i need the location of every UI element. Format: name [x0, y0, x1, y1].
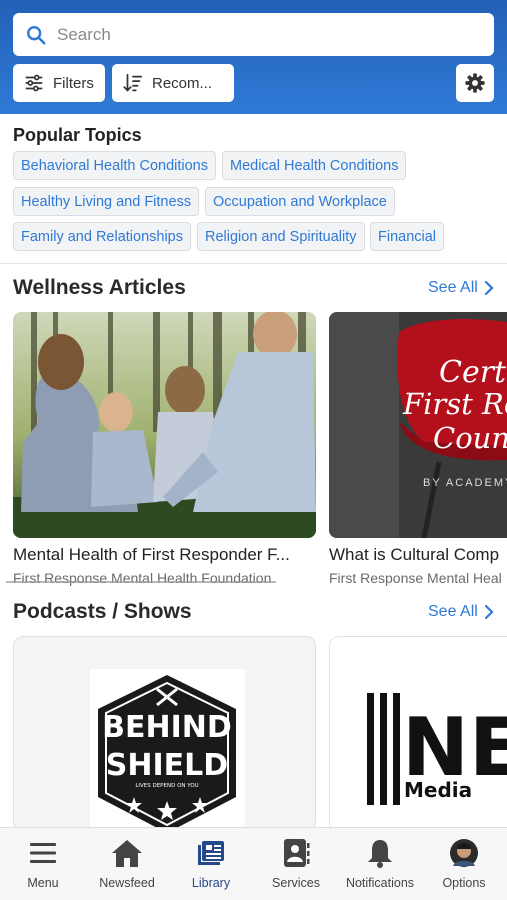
tab-menu[interactable]: Menu: [0, 836, 88, 890]
podcasts-see-all-link[interactable]: See All: [428, 603, 494, 621]
filters-button[interactable]: Filters: [13, 64, 105, 102]
tab-label: Newsfeed: [99, 876, 155, 890]
article-source: First Response Mental Heal: [329, 570, 502, 586]
popular-topics-title: Popular Topics: [13, 125, 142, 145]
ne-media-logo: NE Media: [330, 637, 507, 831]
logo-text: BEHIND: [102, 710, 232, 745]
topic-tag[interactable]: Financial: [370, 222, 445, 251]
chevron-right-icon: [484, 604, 494, 620]
tab-services[interactable]: Services: [251, 836, 341, 890]
sort-button[interactable]: Recom...: [112, 64, 234, 102]
article-title[interactable]: What is Cultural Comp: [329, 545, 507, 565]
sort-icon: [123, 73, 143, 92]
tab-label: Services: [272, 876, 320, 890]
logo-text: SHIELD: [106, 748, 228, 783]
podcast-card-behind-shield[interactable]: BEHIND SHIELD LIVES DEPEND ON YOU: [13, 636, 316, 832]
topic-tag[interactable]: Family and Relationships: [13, 222, 191, 251]
tab-label: Notifications: [345, 876, 415, 890]
avatar: [419, 836, 507, 870]
bottom-tab-bar: Menu Newsfeed Library Services Notificat…: [0, 827, 507, 900]
see-all-label: See All: [428, 279, 478, 296]
image-text: Counse: [433, 421, 507, 455]
topic-tag[interactable]: Healthy Living and Fitness: [13, 187, 200, 216]
behind-shield-logo: BEHIND SHIELD LIVES DEPEND ON YOU: [90, 669, 245, 831]
wellness-articles-title: Wellness Articles: [13, 276, 186, 299]
topic-tag[interactable]: Religion and Spirituality: [197, 222, 365, 251]
tab-notifications[interactable]: Notifications: [335, 836, 425, 890]
section-divider: [0, 263, 507, 264]
wellness-see-all-link[interactable]: See All: [428, 279, 494, 297]
filters-label: Filters: [53, 74, 94, 92]
scroll-indicator: [6, 581, 276, 583]
tab-library[interactable]: Library: [166, 836, 256, 890]
podcast-card-ne-media[interactable]: NE Media: [329, 636, 507, 832]
sliders-icon: [25, 74, 43, 92]
gear-icon: [465, 73, 485, 93]
certification-graphic: Certif First Resp Counse BY ACADEMY: [329, 312, 507, 538]
bell-icon: [335, 836, 425, 870]
family-photo: [13, 312, 316, 538]
contacts-icon: [251, 836, 341, 870]
tab-label: Library: [191, 876, 231, 890]
tab-newsfeed[interactable]: Newsfeed: [82, 836, 172, 890]
menu-icon: [0, 836, 88, 870]
logo-text: Media: [404, 778, 472, 802]
see-all-label: See All: [428, 603, 478, 620]
settings-button[interactable]: [456, 64, 494, 102]
library-icon: [166, 836, 256, 870]
tab-label: Options: [442, 876, 486, 890]
search-input[interactable]: Search: [13, 13, 494, 56]
search-placeholder: Search: [57, 24, 111, 44]
header-bar: Search Filters Recom...: [0, 0, 507, 114]
topic-tag[interactable]: Behavioral Health Conditions: [13, 151, 216, 180]
article-source: First Response Mental Health Foundation: [13, 570, 272, 586]
logo-text: LIVES DEPEND ON YOU: [135, 783, 198, 789]
image-text: First Resp: [402, 387, 507, 421]
tab-options[interactable]: Options: [419, 836, 507, 890]
tab-label: Menu: [27, 876, 59, 890]
search-icon: [27, 25, 46, 45]
sort-label: Recom...: [152, 74, 213, 92]
article-title[interactable]: Mental Health of First Responder F...: [13, 545, 313, 565]
article-image-certification[interactable]: Certif First Resp Counse BY ACADEMY: [329, 312, 507, 538]
article-image-family[interactable]: [13, 312, 316, 538]
topic-tag[interactable]: Occupation and Workplace: [205, 187, 395, 216]
image-text: BY ACADEMY: [423, 477, 507, 489]
podcasts-title: Podcasts / Shows: [13, 600, 192, 623]
home-icon: [82, 836, 172, 870]
chevron-right-icon: [484, 280, 494, 296]
image-text: Certif: [439, 355, 507, 390]
topic-tag[interactable]: Medical Health Conditions: [222, 151, 407, 180]
